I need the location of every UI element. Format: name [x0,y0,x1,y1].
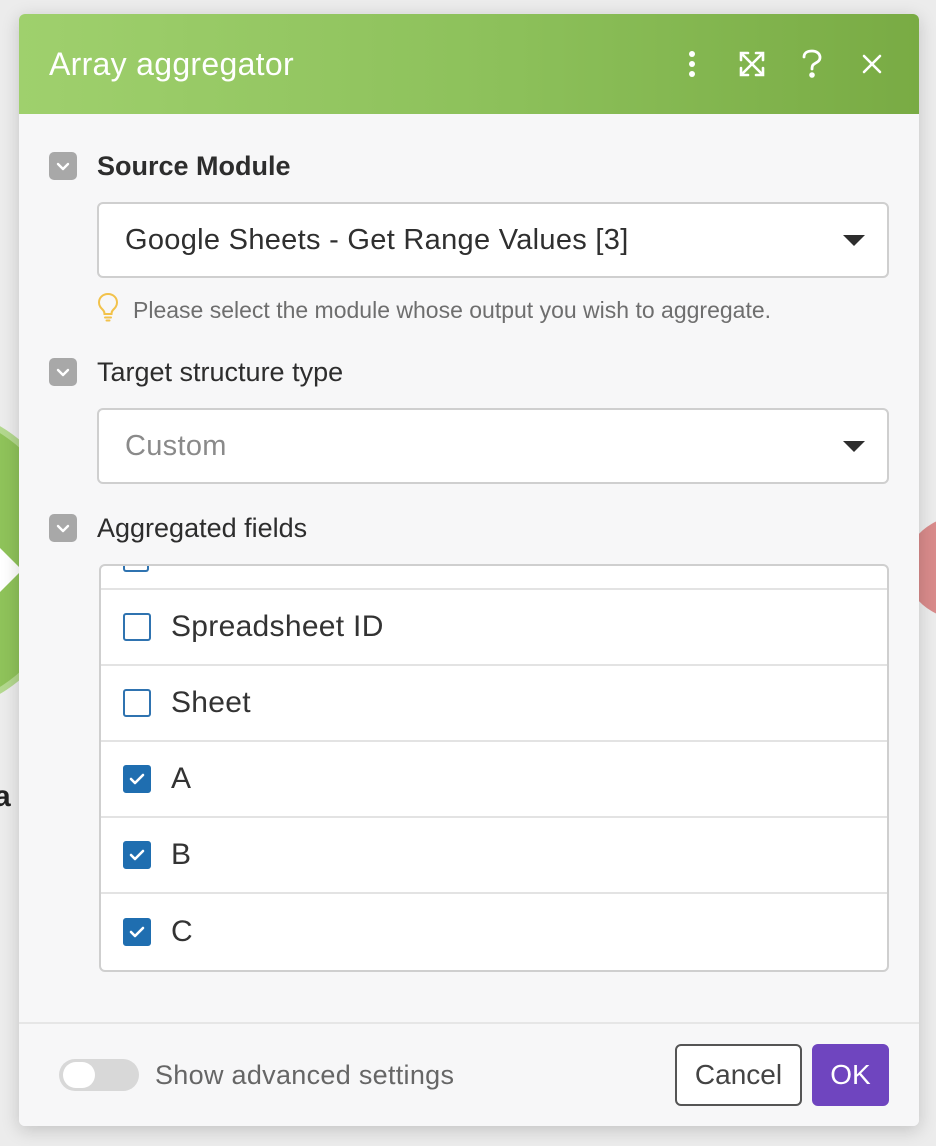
checkmark-icon [129,926,145,938]
aggregated-fields-list[interactable]: Spreadsheet ID Sheet A B C [99,564,889,972]
header-icons [675,47,889,81]
more-vertical-icon[interactable] [675,47,709,81]
array-aggregator-dialog: Array aggregator Source Module Google Sh… [19,14,919,1126]
caret-down-icon [843,440,865,452]
source-module-section: Source Module Google Sheets - Get Range … [49,150,889,328]
ok-button[interactable]: OK [812,1044,889,1106]
field-label: Spreadsheet ID [171,610,384,643]
dialog-title: Array aggregator [49,45,294,82]
hint-text: Please select the module whose output yo… [133,296,772,323]
background-node-label: a [0,780,11,813]
checkmark-icon [129,773,145,785]
lightbulb-icon [97,292,119,328]
checkbox[interactable] [123,689,151,717]
section-header: Aggregated fields [49,512,889,544]
target-structure-value: Custom [125,429,227,462]
advanced-settings-toggle[interactable] [59,1059,139,1091]
advanced-settings-label: Show advanced settings [155,1059,455,1090]
chevron-down-icon[interactable] [49,514,77,542]
canvas: a Array aggregator Source Module Google … [0,0,936,1146]
source-module-hint: Please select the module whose output yo… [97,292,889,328]
field-label: C [171,915,193,948]
checkbox[interactable] [123,613,151,641]
target-structure-section: Target structure type Custom [49,356,889,484]
field-label: A [171,762,192,795]
source-module-value: Google Sheets - Get Range Values [3] [125,223,629,256]
list-item[interactable]: C [101,894,887,970]
target-structure-select[interactable]: Custom [97,408,889,484]
dialog-body: Source Module Google Sheets - Get Range … [19,114,919,972]
caret-down-icon [843,234,865,246]
list-item-partial [101,566,887,590]
dialog-footer: Show advanced settings Cancel OK [19,1022,919,1126]
field-label: Sheet [171,686,251,719]
expand-icon[interactable] [735,47,769,81]
help-icon[interactable] [795,47,829,81]
checkbox-checked[interactable] [123,765,151,793]
field-label: B [171,838,192,871]
target-structure-label: Target structure type [97,356,344,387]
checkbox-checked[interactable] [123,841,151,869]
section-header: Target structure type [49,356,889,388]
chevron-down-icon[interactable] [49,358,77,386]
aggregated-fields-label: Aggregated fields [97,512,308,543]
checkmark-icon [129,849,145,861]
source-module-select[interactable]: Google Sheets - Get Range Values [3] [97,202,889,278]
list-item[interactable]: A [101,742,887,818]
chevron-down-icon[interactable] [49,152,77,180]
checkbox-checked[interactable] [123,918,151,946]
source-module-label: Source Module [97,150,291,181]
close-icon[interactable] [855,47,889,81]
aggregated-fields-section: Aggregated fields Spreadsheet ID Sheet A B C [49,512,889,972]
cancel-button[interactable]: Cancel [675,1044,802,1106]
dialog-header: Array aggregator [19,14,919,114]
section-header: Source Module [49,150,889,182]
toggle-knob [63,1062,95,1088]
list-item[interactable]: B [101,818,887,894]
list-item[interactable]: Sheet [101,666,887,742]
list-item[interactable]: Spreadsheet ID [101,590,887,666]
